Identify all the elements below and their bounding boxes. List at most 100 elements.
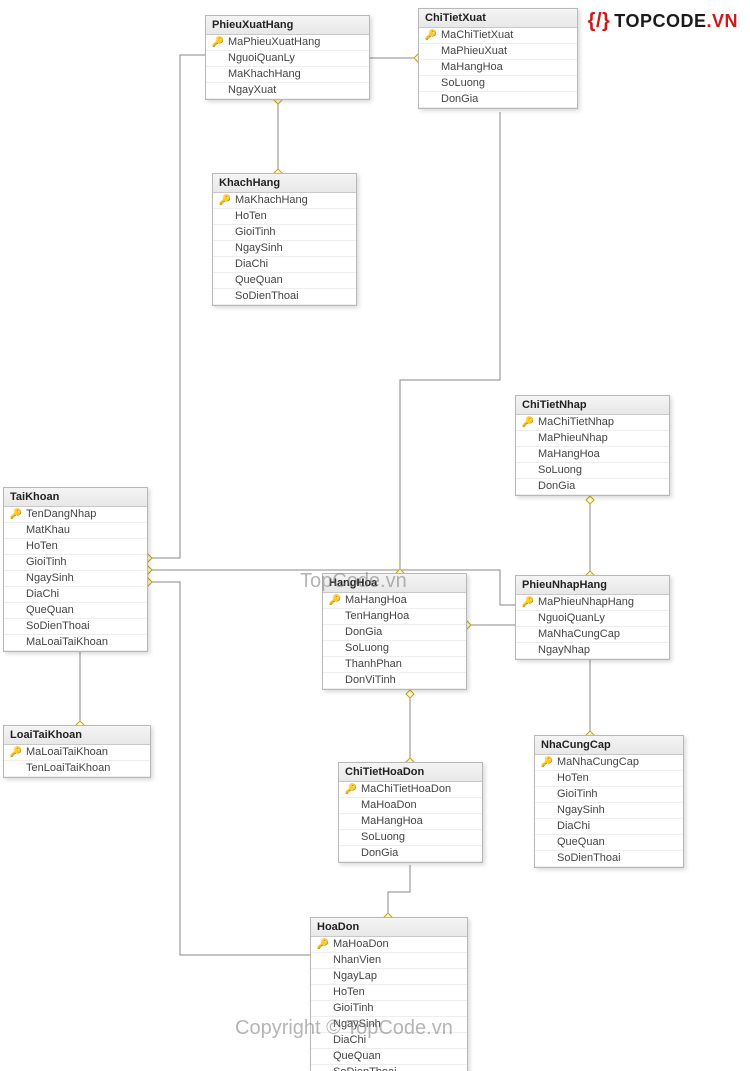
entity-khachhang[interactable]: KhachHang🔑MaKhachHangHoTenGioiTinhNgaySi… [212, 173, 357, 306]
field-name: DonViTinh [343, 673, 462, 688]
key-icon: 🔑 [217, 193, 233, 208]
field-name: MaPhieuNhapHang [536, 595, 665, 610]
field-name: TenHangHoa [343, 609, 462, 624]
field-name: MaHangHoa [439, 60, 573, 75]
key-icon: 🔑 [327, 593, 343, 608]
entity-field: HoTen [213, 209, 356, 225]
entity-chitietxuat[interactable]: ChiTietXuat🔑MaChiTietXuatMaPhieuXuatMaHa… [418, 8, 578, 109]
entity-title: NhaCungCap [535, 736, 683, 755]
entity-title: ChiTietXuat [419, 9, 577, 28]
field-name: SoLuong [359, 830, 478, 845]
entity-field: QueQuan [4, 603, 147, 619]
entity-field: GioiTinh [4, 555, 147, 571]
field-name: DonGia [536, 479, 665, 494]
entity-title: LoaiTaiKhoan [4, 726, 150, 745]
entity-chitietnhap[interactable]: ChiTietNhap🔑MaChiTietNhapMaPhieuNhapMaHa… [515, 395, 670, 496]
field-name: DiaChi [555, 819, 679, 834]
field-name: HoTen [24, 539, 143, 554]
entity-title: ChiTietNhap [516, 396, 669, 415]
entity-field: GioiTinh [311, 1001, 467, 1017]
entity-field: TenHangHoa [323, 609, 466, 625]
entity-hoadon[interactable]: HoaDon🔑MaHoaDonNhanVienNgayLapHoTenGioiT… [310, 917, 468, 1071]
key-icon: 🔑 [539, 755, 555, 770]
key-icon: 🔑 [520, 415, 536, 430]
field-name: MaHoaDon [331, 937, 463, 952]
entity-field: SoDienThoai [4, 619, 147, 635]
entity-field: SoDienThoai [535, 851, 683, 867]
entity-taikhoan[interactable]: TaiKhoan🔑TenDangNhapMatKhauHoTenGioiTinh… [3, 487, 148, 652]
entity-field: HoTen [311, 985, 467, 1001]
field-name: TenLoaiTaiKhoan [24, 761, 146, 776]
key-icon: 🔑 [210, 35, 226, 50]
erd-canvas: { "logo": { "text": "TOPCODE", "suffix":… [0, 0, 750, 1071]
entity-loaitaikhoan[interactable]: LoaiTaiKhoan🔑MaLoaiTaiKhoanTenLoaiTaiKho… [3, 725, 151, 778]
entity-field: 🔑MaNhaCungCap [535, 755, 683, 771]
entity-chitiethoadon[interactable]: ChiTietHoaDon🔑MaChiTietHoaDonMaHoaDonMaH… [338, 762, 483, 863]
entity-field: NhanVien [311, 953, 467, 969]
entity-field: NgaySinh [535, 803, 683, 819]
field-name: NguoiQuanLy [226, 51, 365, 66]
entity-hanghoa[interactable]: HangHoa🔑MaHangHoaTenHangHoaDonGiaSoLuong… [322, 573, 467, 690]
entity-title: ChiTietHoaDon [339, 763, 482, 782]
entity-field: DiaChi [311, 1033, 467, 1049]
field-name: DonGia [439, 92, 573, 107]
entity-field: HoTen [535, 771, 683, 787]
field-name: MaLoaiTaiKhoan [24, 635, 143, 650]
field-name: NhanVien [331, 953, 463, 968]
field-name: MaChiTietXuat [439, 28, 573, 43]
field-name: HoTen [233, 209, 352, 224]
entity-field: GioiTinh [213, 225, 356, 241]
entity-field: MaKhachHang [206, 67, 369, 83]
entity-field: SoDienThoai [213, 289, 356, 305]
field-name: SoLuong [343, 641, 462, 656]
entity-field: 🔑MaPhieuNhapHang [516, 595, 669, 611]
field-name: MaKhachHang [233, 193, 352, 208]
field-name: DiaChi [24, 587, 143, 602]
field-name: MaKhachHang [226, 67, 365, 82]
entity-field: 🔑MaHoaDon [311, 937, 467, 953]
entity-field: HoTen [4, 539, 147, 555]
entity-field: GioiTinh [535, 787, 683, 803]
entity-field: SoLuong [419, 76, 577, 92]
field-name: MaHangHoa [343, 593, 462, 608]
entity-field: MaHangHoa [419, 60, 577, 76]
field-name: GioiTinh [233, 225, 352, 240]
key-icon: 🔑 [8, 507, 24, 522]
entity-field: TenLoaiTaiKhoan [4, 761, 150, 777]
entity-field: NgayLap [311, 969, 467, 985]
logo-text: TOPCODE [614, 11, 706, 31]
entity-field: NguoiQuanLy [516, 611, 669, 627]
entity-field: DiaChi [213, 257, 356, 273]
entity-field: SoLuong [323, 641, 466, 657]
entity-title: KhachHang [213, 174, 356, 193]
field-name: QueQuan [555, 835, 679, 850]
entity-nhacungcap[interactable]: NhaCungCap🔑MaNhaCungCapHoTenGioiTinhNgay… [534, 735, 684, 868]
logo-bracket-icon: {/} [588, 10, 611, 33]
field-name: NguoiQuanLy [536, 611, 665, 626]
field-name: MaHangHoa [536, 447, 665, 462]
entity-field: DiaChi [535, 819, 683, 835]
field-name: MaNhaCungCap [536, 627, 665, 642]
entity-field: 🔑MaChiTietNhap [516, 415, 669, 431]
field-name: GioiTinh [555, 787, 679, 802]
entity-field: NguoiQuanLy [206, 51, 369, 67]
key-icon: 🔑 [315, 937, 331, 952]
field-name: NgayNhap [536, 643, 665, 658]
entity-field: MatKhau [4, 523, 147, 539]
entity-phieuxuathang[interactable]: PhieuXuatHang🔑MaPhieuXuatHangNguoiQuanLy… [205, 15, 370, 100]
entity-field: 🔑TenDangNhap [4, 507, 147, 523]
entity-field: MaHoaDon [339, 798, 482, 814]
entity-title: TaiKhoan [4, 488, 147, 507]
entity-title: PhieuNhapHang [516, 576, 669, 595]
entity-field: 🔑MaHangHoa [323, 593, 466, 609]
entity-field: 🔑MaChiTietXuat [419, 28, 577, 44]
field-name: NgaySinh [331, 1017, 463, 1032]
entity-field: QueQuan [213, 273, 356, 289]
entity-phieunhaphang[interactable]: PhieuNhapHang🔑MaPhieuNhapHangNguoiQuanLy… [515, 575, 670, 660]
field-name: QueQuan [233, 273, 352, 288]
entity-field: MaPhieuXuat [419, 44, 577, 60]
entity-field: NgaySinh [311, 1017, 467, 1033]
field-name: TenDangNhap [24, 507, 143, 522]
field-name: MaHoaDon [359, 798, 478, 813]
field-name: MaHangHoa [359, 814, 478, 829]
